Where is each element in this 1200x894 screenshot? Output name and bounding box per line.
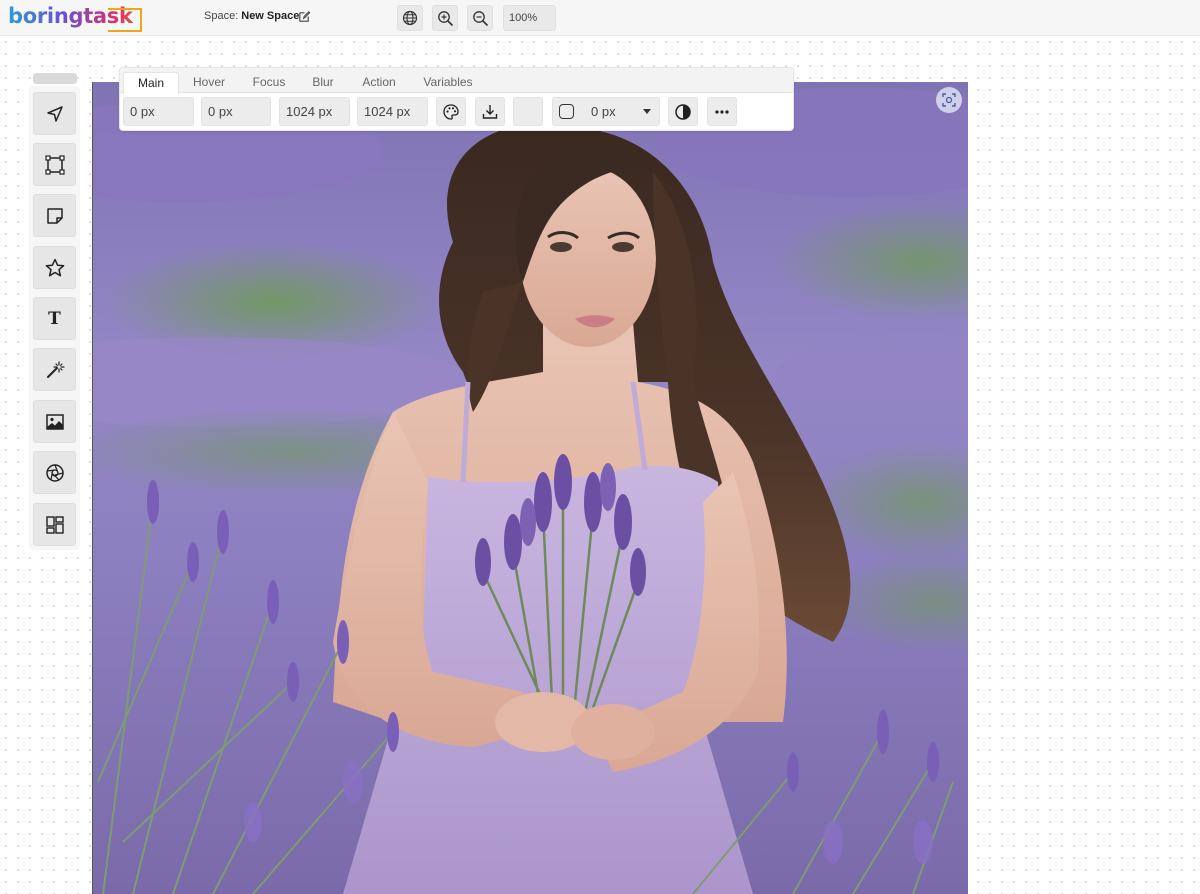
star-icon bbox=[45, 258, 64, 276]
download-icon bbox=[482, 104, 498, 119]
lavender-portrait-image bbox=[93, 82, 968, 894]
x-position-field[interactable]: 0 px bbox=[123, 97, 194, 126]
app-logo[interactable]: boringtask bbox=[8, 2, 142, 32]
y-position-field[interactable]: 0 px bbox=[201, 97, 271, 126]
corner-radius-control[interactable]: 0 px bbox=[552, 97, 660, 126]
fill-swatch[interactable] bbox=[513, 97, 543, 126]
frame-icon bbox=[44, 154, 65, 175]
zoom-out-icon bbox=[472, 10, 488, 26]
text-tool[interactable]: T bbox=[33, 297, 76, 340]
tab-action[interactable]: Action bbox=[353, 72, 405, 94]
image-icon bbox=[45, 413, 64, 430]
ai-generate-tool[interactable] bbox=[33, 348, 76, 391]
tab-hover[interactable]: Hover bbox=[183, 72, 235, 94]
zoom-in-button[interactable] bbox=[432, 5, 458, 31]
focus-view-button[interactable] bbox=[936, 87, 962, 113]
grid-layout-icon bbox=[45, 515, 64, 534]
space-indicator: Space: New Space bbox=[204, 10, 299, 22]
pointer-arrow-icon bbox=[46, 105, 63, 122]
zoom-in-icon bbox=[437, 10, 453, 26]
palette-button[interactable] bbox=[436, 97, 466, 126]
height-field[interactable]: 1024 px bbox=[357, 97, 428, 126]
more-options-button[interactable] bbox=[707, 97, 737, 126]
space-name: New Space bbox=[241, 10, 300, 22]
frame-tool[interactable] bbox=[33, 143, 76, 186]
sticky-note-tool[interactable] bbox=[33, 194, 76, 237]
tab-blur[interactable]: Blur bbox=[303, 72, 343, 94]
camera-tool[interactable] bbox=[33, 451, 76, 494]
sticky-note-icon bbox=[46, 207, 63, 224]
corner-radius-value: 0 px bbox=[591, 104, 616, 119]
contrast-button[interactable] bbox=[668, 97, 698, 126]
focus-frame-icon bbox=[942, 93, 956, 107]
text-icon: T bbox=[48, 308, 61, 329]
zoom-level-field[interactable]: 100% bbox=[503, 5, 556, 31]
globe-icon bbox=[402, 10, 418, 26]
properties-panel: Main Hover Focus Blur Action Variables 0… bbox=[119, 67, 794, 131]
aperture-icon bbox=[45, 463, 64, 482]
zoom-out-button[interactable] bbox=[467, 5, 493, 31]
download-button[interactable] bbox=[475, 97, 505, 126]
contrast-icon bbox=[675, 103, 691, 120]
shape-tool[interactable] bbox=[33, 246, 76, 289]
properties-tabs: Main Hover Focus Blur Action Variables bbox=[120, 68, 793, 94]
language-button[interactable] bbox=[397, 5, 423, 31]
canvas-image[interactable] bbox=[92, 82, 968, 894]
space-label: Space: bbox=[204, 10, 239, 22]
tab-variables[interactable]: Variables bbox=[416, 72, 480, 94]
more-options-icon bbox=[715, 109, 729, 114]
edit-icon[interactable] bbox=[298, 10, 311, 23]
tab-focus[interactable]: Focus bbox=[244, 72, 294, 94]
select-tool[interactable] bbox=[33, 92, 76, 135]
width-field[interactable]: 1024 px bbox=[279, 97, 350, 126]
chevron-down-icon[interactable] bbox=[643, 109, 651, 114]
palette-icon bbox=[443, 103, 459, 120]
top-bar: boringtask Space: New Space 100% bbox=[0, 0, 1200, 36]
corner-radius-icon bbox=[559, 104, 574, 119]
logo-accent-box bbox=[108, 8, 142, 32]
components-tool[interactable] bbox=[33, 503, 76, 546]
toolbar-drag-handle[interactable] bbox=[33, 73, 77, 84]
magic-wand-icon bbox=[46, 360, 65, 378]
tab-main[interactable]: Main bbox=[123, 72, 179, 94]
image-tool[interactable] bbox=[33, 400, 76, 443]
